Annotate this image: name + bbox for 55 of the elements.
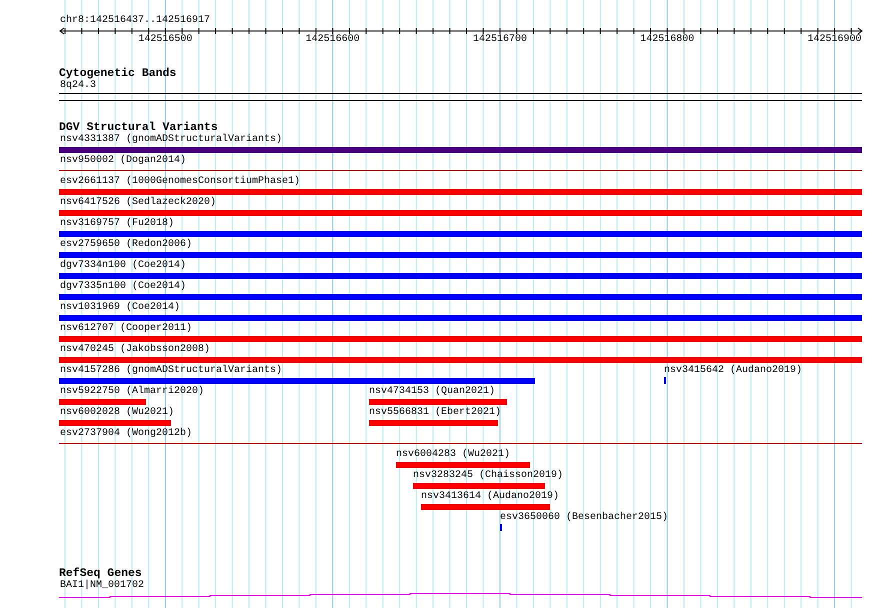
variant-bar[interactable] [59,378,535,384]
variant-label: esv2661137 (1000GenomesConsortiumPhase1) [60,176,300,188]
variant-bar[interactable] [59,231,862,237]
variant-label: nsv950002 (Dogan2014) [60,155,186,167]
variant-label: nsv1031969 (Coe2014) [60,302,180,314]
band-label: 8q24.3 [60,80,96,92]
location-label: chr8:142516437..142516917 [60,15,210,27]
variant-label: nsv3283245 (Chaisson2019) [413,470,564,482]
variant-label: esv2737904 (Wong2012b) [60,428,192,440]
variant-line[interactable] [59,170,862,171]
variant-mark[interactable] [500,524,502,531]
variant-bar[interactable] [59,420,171,426]
variant-bar[interactable] [59,336,862,342]
variant-label: nsv6417526 (Sedlazeck2020) [60,197,216,209]
variant-label: dgv7334n100 (Coe2014) [60,260,186,272]
variant-mark[interactable] [664,377,666,384]
variant-bar[interactable] [59,273,862,279]
variant-bar[interactable] [59,189,862,195]
variant-bar[interactable] [59,147,862,153]
variant-label: nsv470245 (Jakobsson2008) [60,344,210,356]
variant-label: esv2759650 (Redon2006) [60,239,192,251]
variant-label: nsv5566831 (Ebert2021) [369,407,502,419]
gene-label: BAI1|NM_001702 [60,580,144,592]
track-title: Cytogenetic Bands [59,67,176,80]
ruler-tick-label: 142516600 [306,34,360,46]
variant-label: nsv4157286 (gnomADStructuralVariants) [60,365,282,377]
ruler-tick-label: 142516700 [472,34,527,46]
variant-line[interactable] [59,443,862,444]
variant-bar[interactable] [59,315,862,321]
variant-label: nsv3413614 (Audano2019) [421,491,560,503]
variant-label: nsv3415642 (Audano2019) [664,365,802,377]
variant-label: nsv5922750 (Almarri2020) [60,386,204,398]
variant-label: nsv4734153 (Quan2021) [369,386,496,398]
ruler-tick-label: 142516900 [808,34,862,46]
variant-label: esv3650060 (Besenbacher2015) [500,512,668,524]
variant-label: nsv612707 (Cooper2011) [60,323,192,335]
track-title: RefSeq Genes [59,567,142,580]
variant-bar[interactable] [59,252,862,258]
variant-label: dgv7335n100 (Coe2014) [60,281,186,293]
variant-bar[interactable] [369,399,507,405]
variant-bar[interactable] [396,462,530,468]
variant-label: nsv3169757 (Fu2018) [60,218,174,230]
ruler-tick-label: 142516500 [138,34,192,46]
variant-bar[interactable] [369,420,498,426]
ruler-tick-label: 142516800 [640,34,694,46]
track-title: DGV Structural Variants [59,121,218,134]
variant-bar[interactable] [413,483,545,489]
variant-bar[interactable] [421,504,550,510]
variant-bar[interactable] [59,210,862,216]
variant-bar[interactable] [59,294,862,300]
variant-label: nsv6004283 (Wu2021) [396,449,510,461]
variant-label: nsv4331387 (gnomADStructuralVariants) [60,134,282,146]
variant-bar[interactable] [59,357,862,363]
variant-label: nsv6002028 (Wu2021) [60,407,174,419]
variant-bar[interactable] [59,399,146,405]
